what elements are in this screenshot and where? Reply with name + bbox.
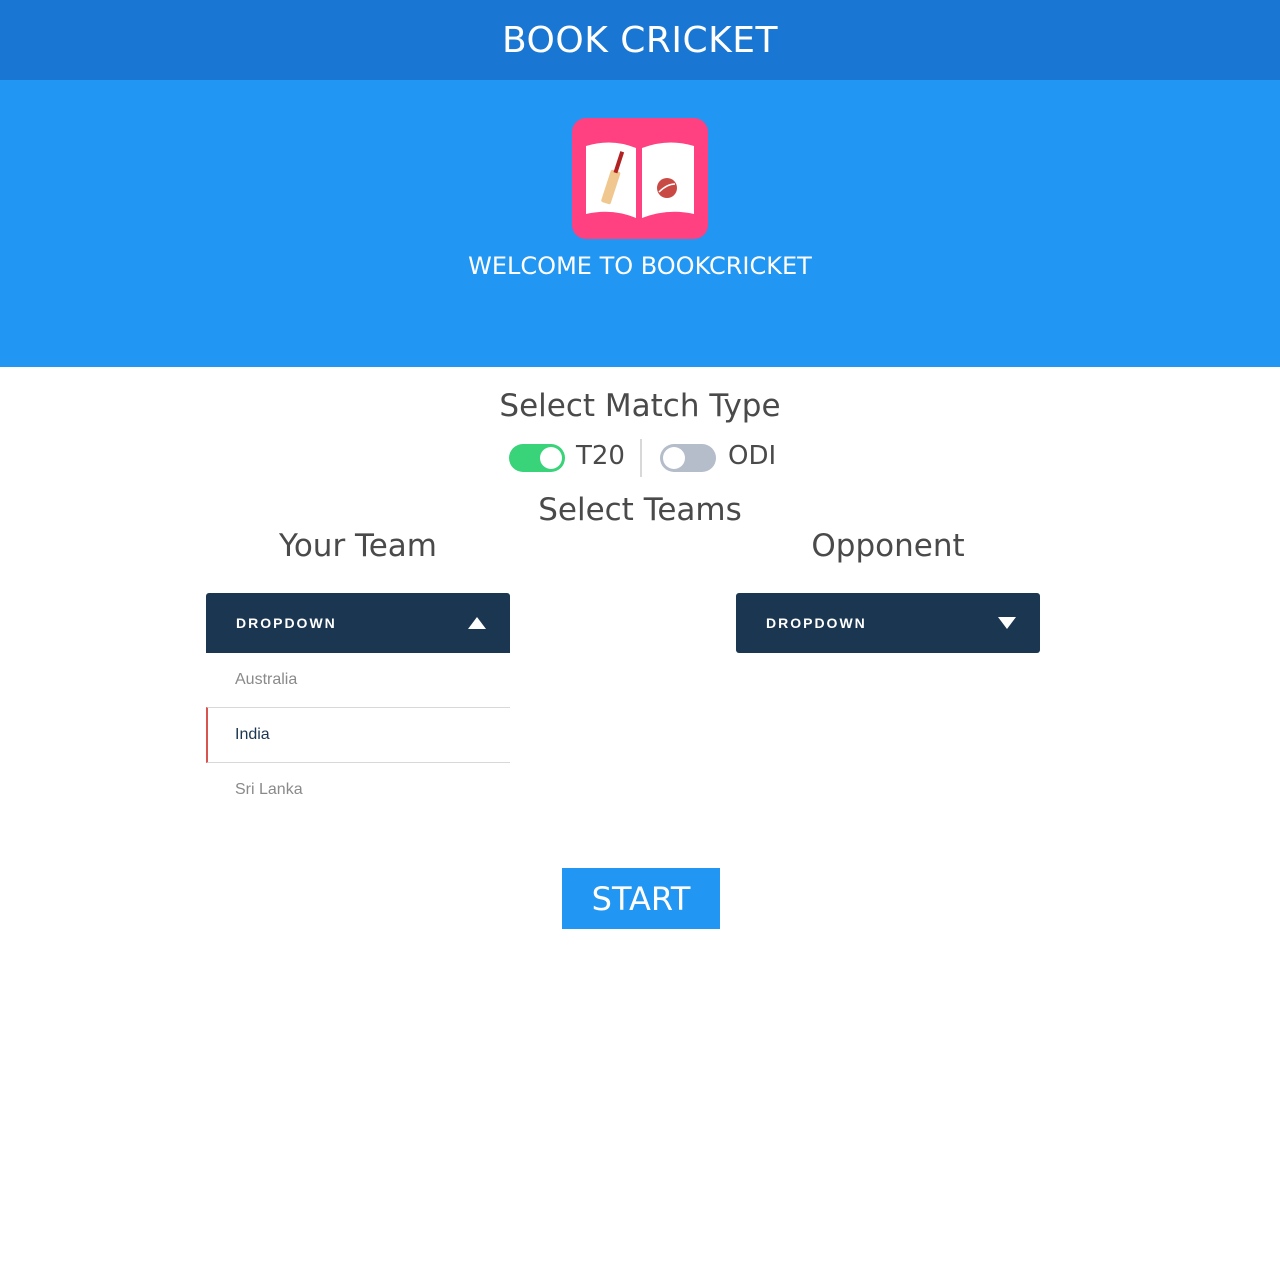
- hero-banner: WELCOME TO BOOKCRICKET: [0, 80, 1280, 367]
- toggle-knob: [540, 447, 562, 469]
- opponent-heading: Opponent: [811, 528, 965, 564]
- your-team-heading: Your Team: [279, 528, 437, 564]
- chevron-down-icon: [998, 617, 1016, 629]
- dropdown-label: DROPDOWN: [766, 615, 867, 631]
- t20-label: T20: [576, 441, 625, 471]
- your-team-options: Australia India Sri Lanka: [206, 653, 510, 817]
- app-header: BOOK CRICKET: [0, 0, 1280, 80]
- opponent-dropdown[interactable]: DROPDOWN: [736, 593, 1040, 653]
- book-cricket-icon: [572, 118, 708, 239]
- app-title: BOOK CRICKET: [501, 19, 779, 61]
- team-option-australia[interactable]: Australia: [206, 653, 510, 707]
- team-option-india[interactable]: India: [206, 707, 510, 763]
- welcome-message: WELCOME TO BOOKCRICKET: [468, 252, 812, 280]
- t20-toggle[interactable]: [509, 444, 565, 472]
- odi-label: ODI: [728, 441, 777, 471]
- toggle-knob: [663, 447, 685, 469]
- start-button[interactable]: START: [562, 868, 720, 929]
- your-team-dropdown[interactable]: DROPDOWN: [206, 593, 510, 653]
- team-option-sri-lanka[interactable]: Sri Lanka: [206, 763, 510, 817]
- match-type-heading: Select Match Type: [499, 388, 781, 424]
- odi-toggle[interactable]: [660, 444, 716, 472]
- teams-heading: Select Teams: [538, 492, 742, 528]
- dropdown-label: DROPDOWN: [236, 615, 337, 631]
- toggle-divider: [640, 439, 642, 477]
- chevron-up-icon: [468, 617, 486, 629]
